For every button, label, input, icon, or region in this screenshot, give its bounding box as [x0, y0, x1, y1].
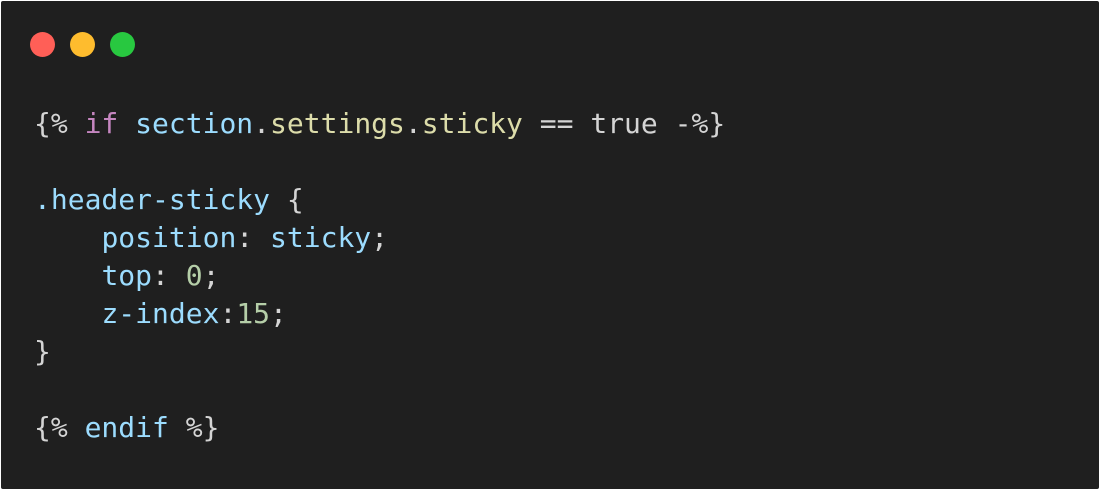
code-token-variable: endif: [84, 411, 169, 444]
code-token-default: {: [270, 183, 304, 216]
code-token-default: %}: [168, 411, 220, 444]
code-token-function: settings: [270, 107, 405, 140]
code-line: top: 0;: [34, 257, 725, 295]
code-line: {% endif %}: [34, 409, 725, 447]
code-token-default: :: [152, 259, 186, 292]
code-token-default: :: [219, 297, 237, 330]
code-token-default: [34, 221, 101, 254]
code-window: {% if section.settings.sticky == true -%…: [1, 1, 1099, 489]
close-button[interactable]: [30, 32, 55, 57]
code-token-default: ;: [371, 221, 389, 254]
code-token-function: sticky: [421, 107, 523, 140]
zoom-button[interactable]: [110, 32, 135, 57]
code-token-default: [118, 107, 135, 140]
code-token-default: .: [253, 107, 271, 140]
code-token-variable: sticky: [270, 221, 372, 254]
code-token-default: [34, 297, 101, 330]
code-token-default: ;: [270, 297, 287, 330]
code-token-default: }: [34, 335, 51, 368]
window-controls: [30, 32, 135, 57]
code-token-variable: .header-sticky: [34, 183, 271, 216]
minimize-button[interactable]: [70, 32, 95, 57]
code-token-default: {%: [34, 411, 85, 444]
code-line: z-index:15;: [34, 295, 725, 333]
code-token-keyword: if: [84, 107, 119, 140]
code-block: {% if section.settings.sticky == true -%…: [34, 105, 725, 447]
code-token-variable: z-index: [101, 297, 220, 330]
code-token-default: == true -%}: [522, 107, 726, 140]
code-token-default: {%: [34, 107, 85, 140]
code-token-number: 15: [236, 297, 271, 330]
code-token-default: [34, 259, 101, 292]
code-line: }: [34, 333, 725, 371]
code-token-variable: top: [101, 259, 153, 292]
code-token-default: .: [404, 107, 422, 140]
code-token-variable: section: [135, 107, 254, 140]
code-line: position: sticky;: [34, 219, 725, 257]
code-token-default: ;: [202, 259, 220, 292]
code-line: {% if section.settings.sticky == true -%…: [34, 105, 725, 143]
code-line: .header-sticky {: [34, 181, 725, 219]
code-token-variable: position: [101, 221, 237, 254]
code-token-number: 0: [185, 259, 203, 292]
code-token-default: :: [236, 221, 271, 254]
